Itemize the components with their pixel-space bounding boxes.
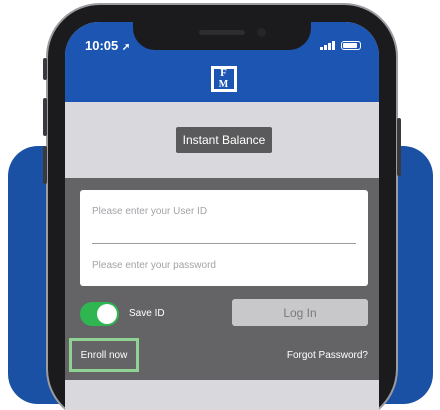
status-time-text: 10:05 xyxy=(85,38,119,53)
save-id-label: Save ID xyxy=(129,308,165,319)
phone-notch xyxy=(133,22,311,50)
credentials-card: Please enter your User ID Please enter y… xyxy=(80,190,368,286)
login-panel: Please enter your User ID Please enter y… xyxy=(65,178,379,380)
bank-logo: F M xyxy=(211,66,237,92)
app-footer xyxy=(65,380,379,410)
password-input[interactable]: Please enter your password xyxy=(92,260,216,271)
front-camera xyxy=(257,28,266,37)
signal-icon xyxy=(320,40,335,50)
instant-balance-button[interactable]: Instant Balance xyxy=(176,127,272,153)
mute-switch xyxy=(43,58,47,80)
volume-up-button xyxy=(43,98,47,136)
volume-down-button xyxy=(43,146,47,184)
user-id-input[interactable]: Please enter your User ID xyxy=(92,206,207,217)
battery-icon xyxy=(341,41,361,50)
logo-letter-bottom: M xyxy=(218,79,230,90)
status-icons xyxy=(320,40,361,50)
status-time: 10:05 ➚ xyxy=(85,38,130,53)
field-divider xyxy=(92,243,356,244)
speaker-grille xyxy=(199,30,245,35)
toggle-knob xyxy=(97,304,117,324)
save-id-toggle[interactable] xyxy=(80,302,119,326)
forgot-password-link[interactable]: Forgot Password? xyxy=(287,350,368,361)
location-arrow-icon: ➚ xyxy=(121,42,131,53)
power-button xyxy=(397,118,401,176)
logo-letter-top: F xyxy=(220,67,228,79)
app-screen: 10:05 ➚ F M Instant Balance Please enter… xyxy=(65,22,379,410)
login-button[interactable]: Log In xyxy=(232,299,368,326)
enroll-now-link[interactable]: Enroll now xyxy=(69,338,139,372)
